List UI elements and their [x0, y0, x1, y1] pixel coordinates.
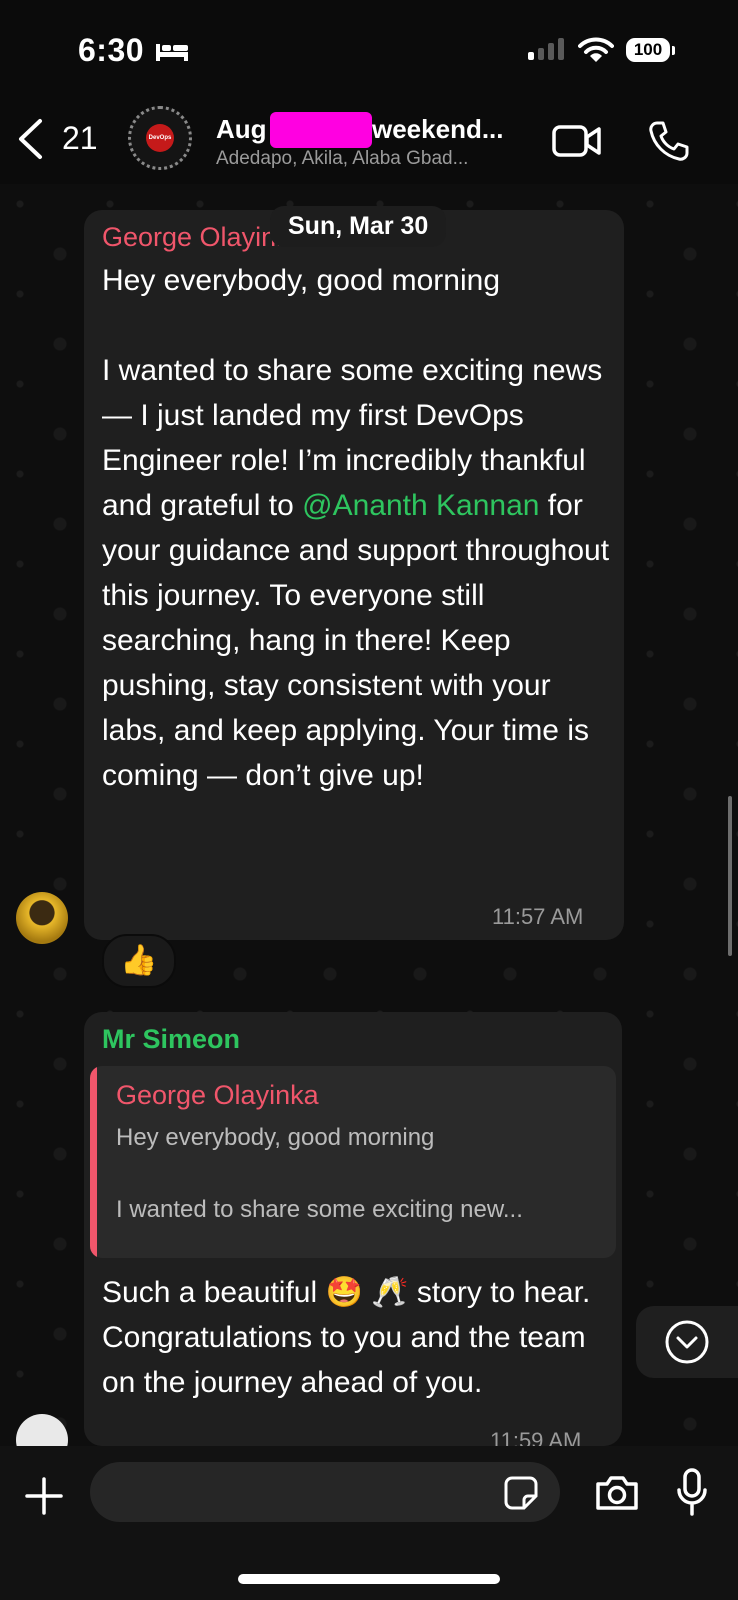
group-name-start[interactable]: Aug	[216, 114, 267, 145]
quote-line: Hey everybody, good morning	[116, 1124, 435, 1151]
sticker-icon[interactable]	[504, 1476, 538, 1510]
chevron-down-icon	[665, 1320, 709, 1364]
quote-sender: George Olayinka	[116, 1080, 319, 1110]
message-text-part: Hey everybody, good morning I wanted to …	[102, 264, 603, 522]
scrollbar[interactable]	[728, 796, 732, 956]
battery-nub	[672, 46, 675, 55]
group-members[interactable]: Adedapo, Akila, Alaba Gbad...	[216, 148, 468, 170]
redaction-mark	[270, 112, 372, 148]
quoted-message[interactable]: George Olayinka Hey everybody, good morn…	[90, 1066, 616, 1258]
date-separator: Sun, Mar 30	[270, 206, 447, 247]
camera-icon[interactable]	[594, 1474, 640, 1512]
battery-indicator: 100	[626, 38, 670, 62]
message-time: 11:57 AM	[492, 904, 584, 929]
video-icon[interactable]	[552, 124, 602, 158]
message-text: Such a beautiful 🤩 🥂 story to hear. Cong…	[102, 1276, 599, 1399]
mic-icon[interactable]	[676, 1468, 708, 1518]
back-icon[interactable]	[16, 118, 44, 160]
message-text: Hey everybody, good morning I wanted to …	[102, 258, 618, 798]
mention-link[interactable]: @Ananth Kannan	[302, 489, 539, 522]
message-input[interactable]	[90, 1462, 560, 1522]
group-name-end[interactable]: weekend...	[372, 114, 504, 145]
home-indicator	[238, 1574, 500, 1584]
message-sender: Mr Simeon	[102, 1024, 241, 1054]
plus-icon[interactable]	[24, 1476, 64, 1516]
group-avatar-logo: DevOps	[146, 124, 174, 152]
scroll-down-button[interactable]	[636, 1306, 738, 1378]
unread-count[interactable]: 21	[62, 120, 98, 157]
bed-icon	[156, 44, 188, 61]
avatar[interactable]	[16, 892, 68, 944]
wifi-icon	[578, 37, 614, 62]
call-icon[interactable]	[648, 120, 690, 162]
signal-icon	[528, 38, 564, 60]
quote-line: I wanted to share some exciting new...	[116, 1196, 523, 1223]
reaction-badge[interactable]: 👍	[102, 934, 176, 988]
status-time: 6:30	[78, 32, 145, 68]
quote-bar	[90, 1066, 97, 1258]
message-text-part: for your guidance and support throughout…	[102, 489, 618, 792]
